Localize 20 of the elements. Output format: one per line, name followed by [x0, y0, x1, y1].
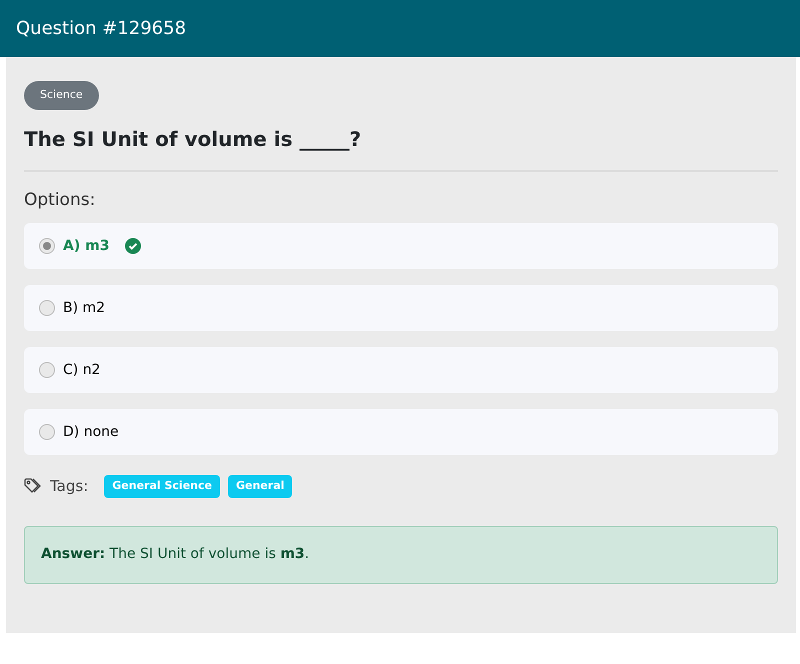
page-title: Question #129658	[16, 17, 186, 41]
tag-icon	[24, 478, 42, 494]
option-row[interactable]: A) m3	[24, 223, 778, 269]
option-label: C) n2	[63, 360, 100, 380]
radio-button[interactable]	[39, 424, 55, 440]
option-label: D) none	[63, 422, 119, 442]
option-label: A) m3	[63, 236, 110, 256]
question-text: The SI Unit of volume is _____?	[24, 126, 362, 153]
options-label: Options:	[24, 188, 96, 212]
check-circle-icon	[125, 238, 142, 254]
radio-button[interactable]	[39, 362, 55, 378]
option-label: B) m2	[63, 298, 106, 318]
tags-label: Tags:	[50, 476, 88, 497]
answer-text: Answer: The SI Unit of volume is m3.	[41, 545, 310, 564]
radio-button[interactable]	[39, 300, 55, 316]
radio-button[interactable]	[39, 238, 55, 254]
option-row[interactable]: C) n2	[24, 347, 778, 393]
category-badge: Science	[24, 81, 99, 110]
option-row[interactable]: B) m2	[24, 285, 778, 331]
option-row[interactable]: D) none	[24, 409, 778, 455]
